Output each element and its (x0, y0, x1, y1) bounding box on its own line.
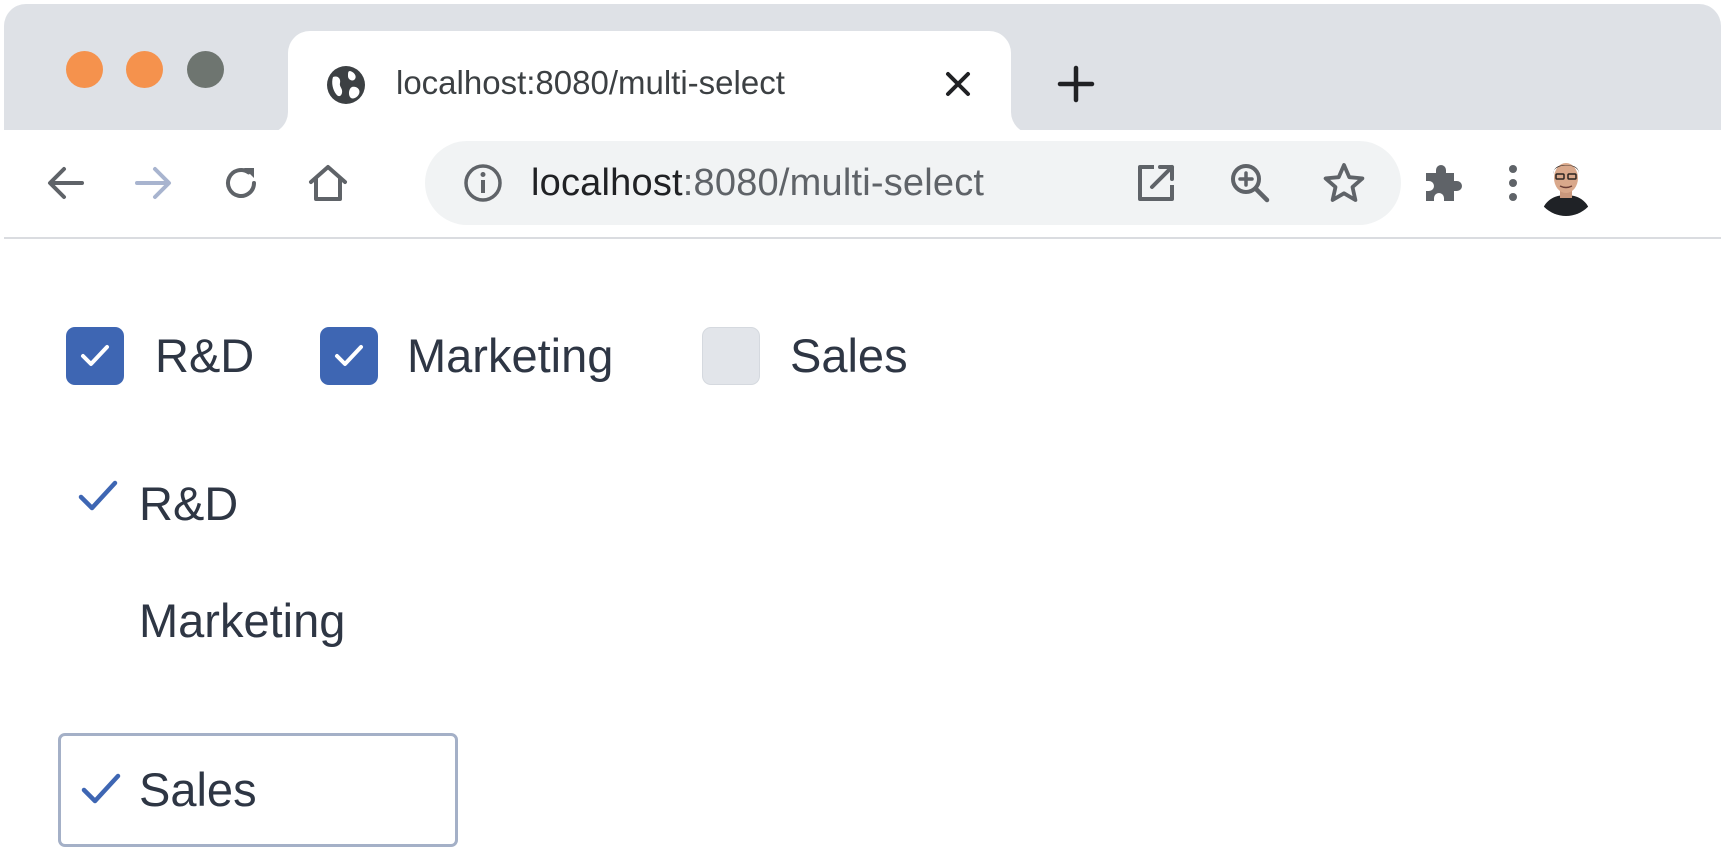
address-bar[interactable]: localhost:8080/multi-select (425, 141, 1401, 225)
window-close-button[interactable] (66, 51, 103, 88)
globe-icon (327, 66, 365, 104)
checkbox-label[interactable]: Sales (790, 327, 908, 385)
kebab-menu-icon[interactable] (1489, 159, 1537, 207)
url-host: localhost (531, 162, 683, 204)
checkbox-box[interactable] (320, 327, 378, 385)
checkbox-label[interactable]: Marketing (407, 327, 613, 385)
checkmark-icon (78, 480, 118, 511)
close-icon[interactable] (938, 64, 978, 104)
star-icon[interactable] (1320, 159, 1368, 207)
checkbox-box[interactable] (66, 327, 124, 385)
puzzle-icon[interactable] (1418, 159, 1466, 207)
browser-window: localhost:8080/multi-select localhost:80… (0, 0, 1725, 854)
arrow-right-icon[interactable] (129, 159, 177, 207)
checkmark-icon (81, 773, 121, 804)
tab-strip: localhost:8080/multi-select (4, 4, 1721, 134)
address-url[interactable]: localhost:8080/multi-select (531, 159, 984, 207)
url-path: :8080/multi-select (682, 162, 985, 204)
reload-icon[interactable] (217, 159, 265, 207)
tab-title: localhost:8080/multi-select (396, 64, 785, 101)
list-item[interactable]: Sales (58, 733, 458, 847)
browser-tab[interactable]: localhost:8080/multi-select (288, 31, 1011, 134)
list-item-label: Marketing (139, 594, 346, 647)
new-tab-button[interactable] (1054, 62, 1098, 106)
list-item-label: R&D (139, 477, 239, 530)
zoom-icon[interactable] (1226, 159, 1274, 207)
list-item[interactable]: Marketing (58, 567, 458, 679)
page-content: R&D Marketing Sales R&D Marketing Sales (0, 240, 1725, 854)
avatar[interactable] (1535, 154, 1597, 216)
checkmark-icon (81, 345, 109, 366)
list-item[interactable]: R&D (58, 450, 458, 562)
info-icon[interactable] (461, 161, 505, 205)
home-icon[interactable] (304, 159, 352, 207)
checkbox-label[interactable]: R&D (155, 327, 254, 385)
open-external-icon[interactable] (1132, 159, 1180, 207)
window-minimize-button[interactable] (126, 51, 163, 88)
arrow-left-icon[interactable] (42, 159, 90, 207)
list-item-label: Sales (139, 763, 257, 816)
checkbox-box[interactable] (702, 327, 760, 385)
window-maximize-button[interactable] (187, 51, 224, 88)
browser-toolbar: localhost:8080/multi-select (4, 130, 1721, 239)
checkmark-icon (335, 345, 363, 366)
